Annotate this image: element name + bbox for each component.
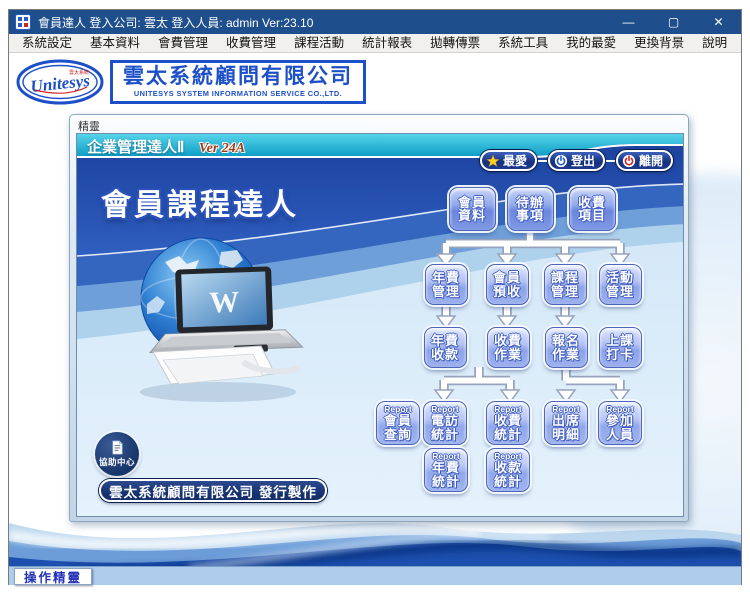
wizard-window: 精靈 W 企業管理達人Ⅱ Ver 24A 最愛 登出 離開 會員課程達人 會員 … [69,114,689,522]
logo-block: Unitesys 雲太系統 雲太系統顧問有限公司 UNITESYS SYSTEM… [15,59,366,105]
flow-node-class-checkin[interactable]: 上課 打卡 [598,327,642,368]
flow-node-collection-stats[interactable]: Report 收款 統計 [486,448,530,492]
flow-node-attendance-detail[interactable]: Report 出席 明細 [544,401,588,445]
menu-item-8[interactable]: 我的最愛 [557,34,625,52]
menu-item-10[interactable]: 說明 [693,34,736,52]
action-label: 離開 [638,154,663,168]
menu-item-2[interactable]: 會費管理 [149,34,217,52]
window-controls: — ▢ ✕ [606,10,741,34]
menu-item-4[interactable]: 課程活動 [285,34,353,52]
action-label: 最愛 [502,154,527,168]
status-tab-label: 操作精靈 [23,571,82,585]
company-name-box: 雲太系統顧問有限公司 UNITESYS SYSTEM INFORMATION S… [110,60,366,104]
screen: 會員達人 登入公司: 雲太 登入人員: admin Ver:23.10 — ▢ … [0,0,750,593]
menu-item-9[interactable]: 更換背景 [625,34,693,52]
title-bar: 會員達人 登入公司: 雲太 登入人員: admin Ver:23.10 — ▢ … [9,10,741,34]
menu-item-0[interactable]: 系統設定 [13,34,81,52]
wizard-caption: 精靈 [78,121,100,133]
menu-item-5[interactable]: 統計報表 [353,34,421,52]
publisher-banner: 雲太系統顧問有限公司 發行製作 [99,479,327,502]
maximize-button[interactable]: ▢ [651,10,696,34]
help-center-label: 協助中心 [98,457,135,467]
status-bar: 操作精靈 [9,566,741,585]
flow-node-fee-operation[interactable]: 收費 作業 [486,327,530,368]
publisher-text: 雲太系統顧問有限公司 發行製作 [109,484,317,500]
window-title: 會員達人 登入公司: 雲太 登入人員: admin Ver:23.10 [38,15,314,30]
flow-node-member-data[interactable]: 會員 資料 [448,187,496,231]
close-button[interactable]: ✕ [696,10,741,34]
flow-node-todo-items[interactable]: 待辦 事項 [506,187,554,231]
company-name-en: UNITESYS SYSTEM INFORMATION SERVICE CO.,… [133,89,343,98]
svg-text:雲太系統: 雲太系統 [69,69,89,76]
app-window: 會員達人 登入公司: 雲太 登入人員: admin Ver:23.10 — ▢ … [8,9,742,585]
star-icon [486,154,500,167]
app-icon [15,14,31,30]
menu-item-3[interactable]: 收費管理 [217,34,285,52]
flow-node-annual-fee-collect[interactable]: 年費 收款 [423,327,467,368]
menu-bar: 系統設定 基本資料 會費管理 收費管理 課程活動 統計報表 拋轉傳票 系統工具 我的最愛 更換背景… [9,34,741,53]
power-icon [554,154,568,167]
document-icon [111,440,123,455]
logout-button[interactable]: 登出 [547,150,605,171]
wizard-content: W 企業管理達人Ⅱ Ver 24A 最愛 登出 離開 會員課程達人 會員 資料 … [76,133,684,517]
menu-item-6[interactable]: 拋轉傳票 [421,34,489,52]
flow-node-fee-stats[interactable]: Report 收費 統計 [486,401,530,445]
flow-layer: 會員 資料 待辦 事項 收費 項目年費 管理 會員 預收 課程 管理 活動 管理年費 收款 收費 作業 報名 作業… [77,134,683,516]
menu-item-7[interactable]: 系統工具 [489,34,557,52]
power-icon [622,154,636,167]
flow-node-participants[interactable]: Report 參加 人員 [598,401,642,445]
unitesys-oval-logo: Unitesys 雲太系統 [16,59,104,105]
flow-node-member-prepay[interactable]: 會員 預收 [485,264,529,305]
flow-node-activity-mgmt[interactable]: 活動 管理 [598,264,642,305]
flow-node-annual-fee-mgmt[interactable]: 年費 管理 [424,264,468,305]
menu-item-1[interactable]: 基本資料 [81,34,149,52]
wizard-actions: 最愛 登出 離開 [479,150,673,171]
flow-node-phone-visit-stats[interactable]: Report 電訪 統計 [423,401,467,445]
minimize-button[interactable]: — [606,10,651,34]
help-center-button[interactable]: 協助中心 [95,432,139,476]
status-tab[interactable]: 操作精靈 [14,568,92,585]
flow-node-member-query[interactable]: Report 會員 查詢 [376,401,420,445]
favorite-button[interactable]: 最愛 [479,150,537,171]
exit-button[interactable]: 離開 [615,150,673,171]
company-name-zh: 雲太系統顧問有限公司 [123,65,353,88]
action-label: 登出 [570,154,595,168]
flow-node-annual-fee-stats[interactable]: Report 年費 統計 [424,448,468,492]
flow-node-course-mgmt[interactable]: 課程 管理 [543,264,587,305]
flow-node-fee-items[interactable]: 收費 項目 [568,187,616,231]
flow-node-registration[interactable]: 報名 作業 [544,327,588,368]
